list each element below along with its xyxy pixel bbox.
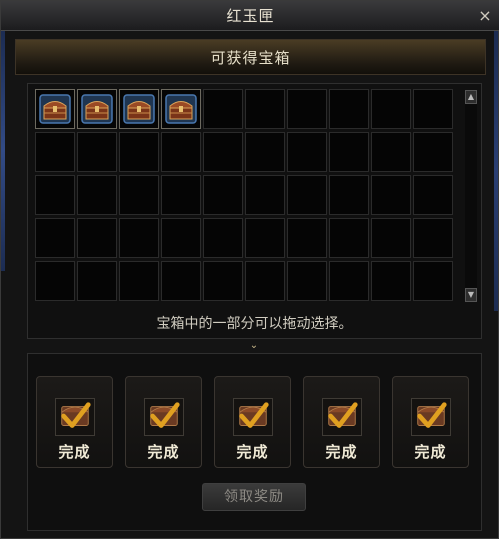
chest-slot[interactable] [161, 132, 201, 172]
section-title: 可获得宝箱 [210, 49, 291, 67]
checkmark-icon [144, 398, 184, 436]
chest-slot[interactable] [329, 261, 369, 301]
chest-slot[interactable] [203, 89, 243, 129]
reward-status-label: 完成 [325, 443, 358, 461]
scroll-up-button[interactable]: ▲ [465, 90, 477, 104]
reward-card: 完成 [214, 376, 291, 468]
chest-slot[interactable] [161, 89, 201, 129]
chest-slot[interactable] [161, 261, 201, 301]
chest-slot[interactable] [413, 132, 453, 172]
chest-slot[interactable] [413, 218, 453, 258]
background-edge-right [494, 31, 498, 311]
chest-slot[interactable] [413, 261, 453, 301]
checkmark-icon [322, 398, 362, 436]
background-edge-left [1, 31, 5, 271]
chest-slot[interactable] [35, 132, 75, 172]
chest-slot[interactable] [77, 89, 117, 129]
chest-slot[interactable] [203, 218, 243, 258]
chest-slot[interactable] [329, 132, 369, 172]
chest-slot[interactable] [119, 132, 159, 172]
scrollbar[interactable]: ▲ ▼ [465, 90, 477, 302]
chest-slot[interactable] [245, 218, 285, 258]
chest-slot[interactable] [203, 175, 243, 215]
claim-reward-label: 领取奖励 [224, 489, 284, 505]
chest-slot[interactable] [287, 89, 327, 129]
checkmark-icon [233, 398, 273, 436]
chest-slot[interactable] [119, 218, 159, 258]
section-header: 可获得宝箱 [15, 39, 486, 75]
chest-slot[interactable] [35, 89, 75, 129]
reward-status-label: 完成 [236, 443, 269, 461]
chest-slot[interactable] [35, 218, 75, 258]
reward-card: 完成 [36, 376, 113, 468]
chest-slot[interactable] [245, 261, 285, 301]
checkmark-icon [55, 398, 95, 436]
reward-status-label: 完成 [147, 443, 180, 461]
chest-slot[interactable] [413, 89, 453, 129]
chest-slot[interactable] [119, 175, 159, 215]
chest-slot[interactable] [35, 175, 75, 215]
chest-slot[interactable] [287, 132, 327, 172]
chest-slot[interactable] [77, 261, 117, 301]
chevron-down-icon[interactable]: ⌄ [248, 341, 260, 351]
chest-slot[interactable] [161, 218, 201, 258]
chest-slot[interactable] [371, 175, 411, 215]
chest-grid [35, 89, 453, 301]
treasure-chest-icon[interactable] [81, 94, 113, 124]
chest-slot[interactable] [161, 175, 201, 215]
chest-slot[interactable] [35, 261, 75, 301]
chest-slot[interactable] [287, 218, 327, 258]
treasure-chest-icon[interactable] [39, 94, 71, 124]
chest-slot[interactable] [287, 175, 327, 215]
chest-slot[interactable] [119, 89, 159, 129]
drag-hint-text: 宝箱中的一部分可以拖动选择。 [156, 316, 353, 332]
chest-slot[interactable] [77, 175, 117, 215]
chest-slot[interactable] [245, 89, 285, 129]
chest-slot[interactable] [203, 261, 243, 301]
chest-slot[interactable] [329, 218, 369, 258]
chest-slot[interactable] [77, 218, 117, 258]
chest-slot[interactable] [77, 132, 117, 172]
chest-slot[interactable] [329, 89, 369, 129]
chest-slot[interactable] [371, 132, 411, 172]
reward-card: 完成 [392, 376, 469, 468]
checkmark-icon [411, 398, 451, 436]
reward-status-label: 完成 [58, 443, 91, 461]
close-icon[interactable]: × [476, 7, 494, 25]
chest-slot[interactable] [371, 261, 411, 301]
chest-slot[interactable] [287, 261, 327, 301]
window-title: 红玉匣 [226, 7, 275, 25]
chest-slot[interactable] [245, 175, 285, 215]
title-bar[interactable]: 红玉匣 × [1, 1, 499, 31]
reward-card: 完成 [303, 376, 380, 468]
chest-slot[interactable] [329, 175, 369, 215]
chest-panel: ▲ ▼ 宝箱中的一部分可以拖动选择。 [27, 83, 482, 339]
reward-status-label: 完成 [414, 443, 447, 461]
scroll-down-button[interactable]: ▼ [465, 288, 477, 302]
chest-slot[interactable] [371, 218, 411, 258]
chest-slot[interactable] [413, 175, 453, 215]
claim-reward-button[interactable]: 领取奖励 [202, 483, 306, 511]
treasure-chest-icon[interactable] [165, 94, 197, 124]
chest-slot[interactable] [203, 132, 243, 172]
chest-slot[interactable] [119, 261, 159, 301]
treasure-chest-icon[interactable] [123, 94, 155, 124]
chest-slot[interactable] [371, 89, 411, 129]
chest-slot[interactable] [245, 132, 285, 172]
reward-card: 完成 [125, 376, 202, 468]
red-jade-box-window: 红玉匣 × 可获得宝箱 ▲ ▼ 宝箱中的一部分可以拖动选择。 ⌄ 完成 完成 完… [0, 0, 499, 539]
